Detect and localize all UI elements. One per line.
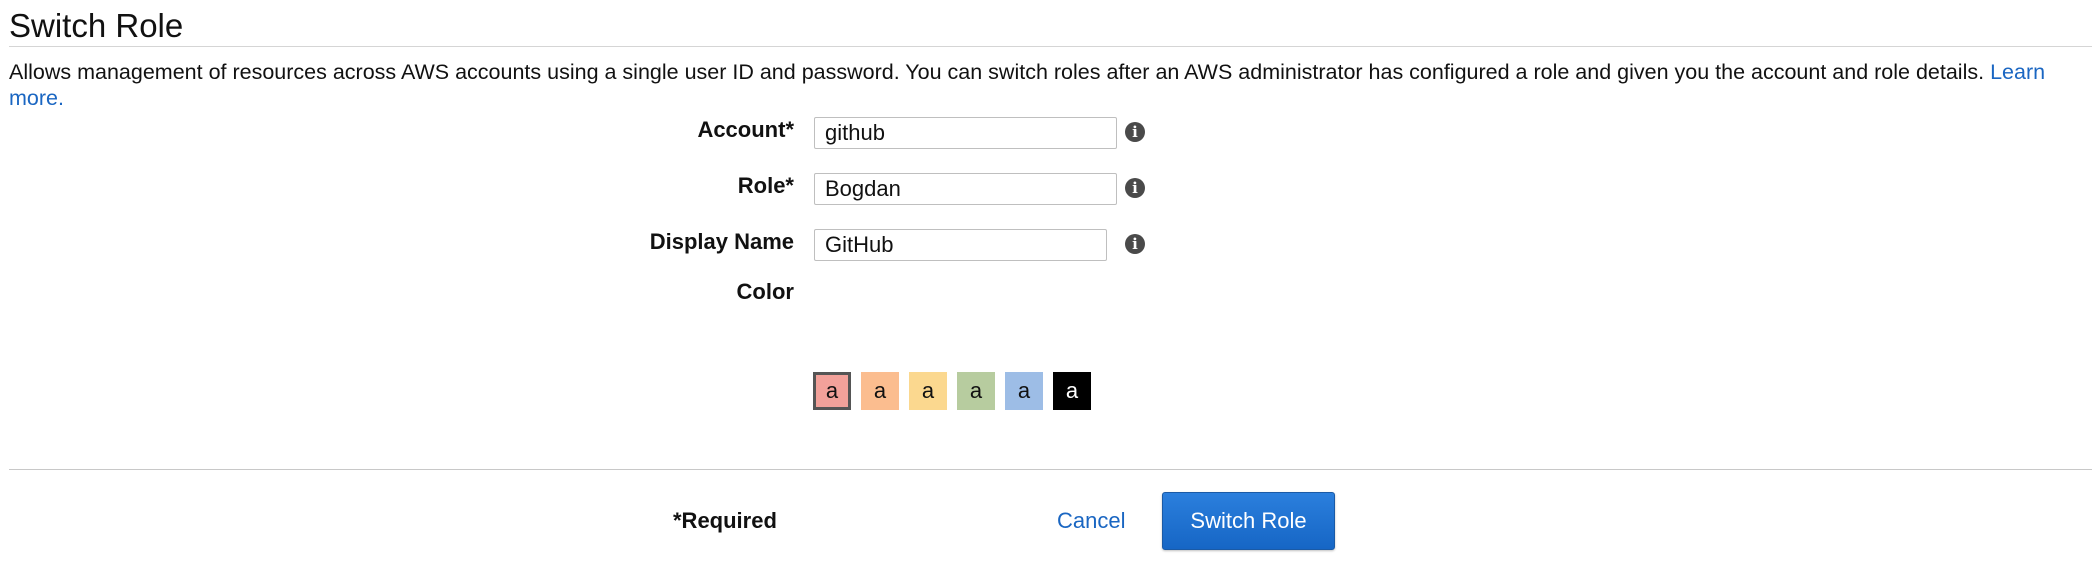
color-swatch-yellow[interactable]: a bbox=[909, 372, 947, 410]
color-swatch-green[interactable]: a bbox=[957, 372, 995, 410]
footer-divider bbox=[9, 469, 2092, 470]
color-swatch-orange[interactable]: a bbox=[861, 372, 899, 410]
account-input[interactable] bbox=[814, 117, 1117, 149]
color-swatch-blue[interactable]: a bbox=[1005, 372, 1043, 410]
role-input[interactable] bbox=[814, 173, 1117, 205]
color-label: Color bbox=[736, 279, 794, 304]
role-info-icon[interactable]: i bbox=[1125, 178, 1145, 198]
title-divider bbox=[9, 46, 2092, 47]
page-description: Allows management of resources across AW… bbox=[9, 59, 2089, 111]
account-info-icon[interactable]: i bbox=[1125, 122, 1145, 142]
page-title: Switch Role bbox=[9, 7, 184, 44]
role-label: Role* bbox=[737, 173, 794, 198]
required-note: *Required bbox=[673, 508, 777, 533]
switch-role-page: Switch Role Allows management of resourc… bbox=[0, 0, 2095, 561]
display-name-info-icon[interactable]: i bbox=[1125, 234, 1145, 254]
color-swatch-black[interactable]: a bbox=[1053, 372, 1091, 410]
display-name-label: Display Name bbox=[649, 229, 794, 254]
cancel-link[interactable]: Cancel bbox=[1057, 506, 1125, 536]
display-name-input[interactable] bbox=[814, 229, 1107, 261]
description-text: Allows management of resources across AW… bbox=[9, 60, 1985, 84]
color-swatch-group: a a a a a a bbox=[813, 372, 1091, 410]
account-label: Account* bbox=[697, 117, 794, 142]
color-swatch-red[interactable]: a bbox=[813, 372, 851, 410]
switch-role-button[interactable]: Switch Role bbox=[1162, 492, 1335, 550]
